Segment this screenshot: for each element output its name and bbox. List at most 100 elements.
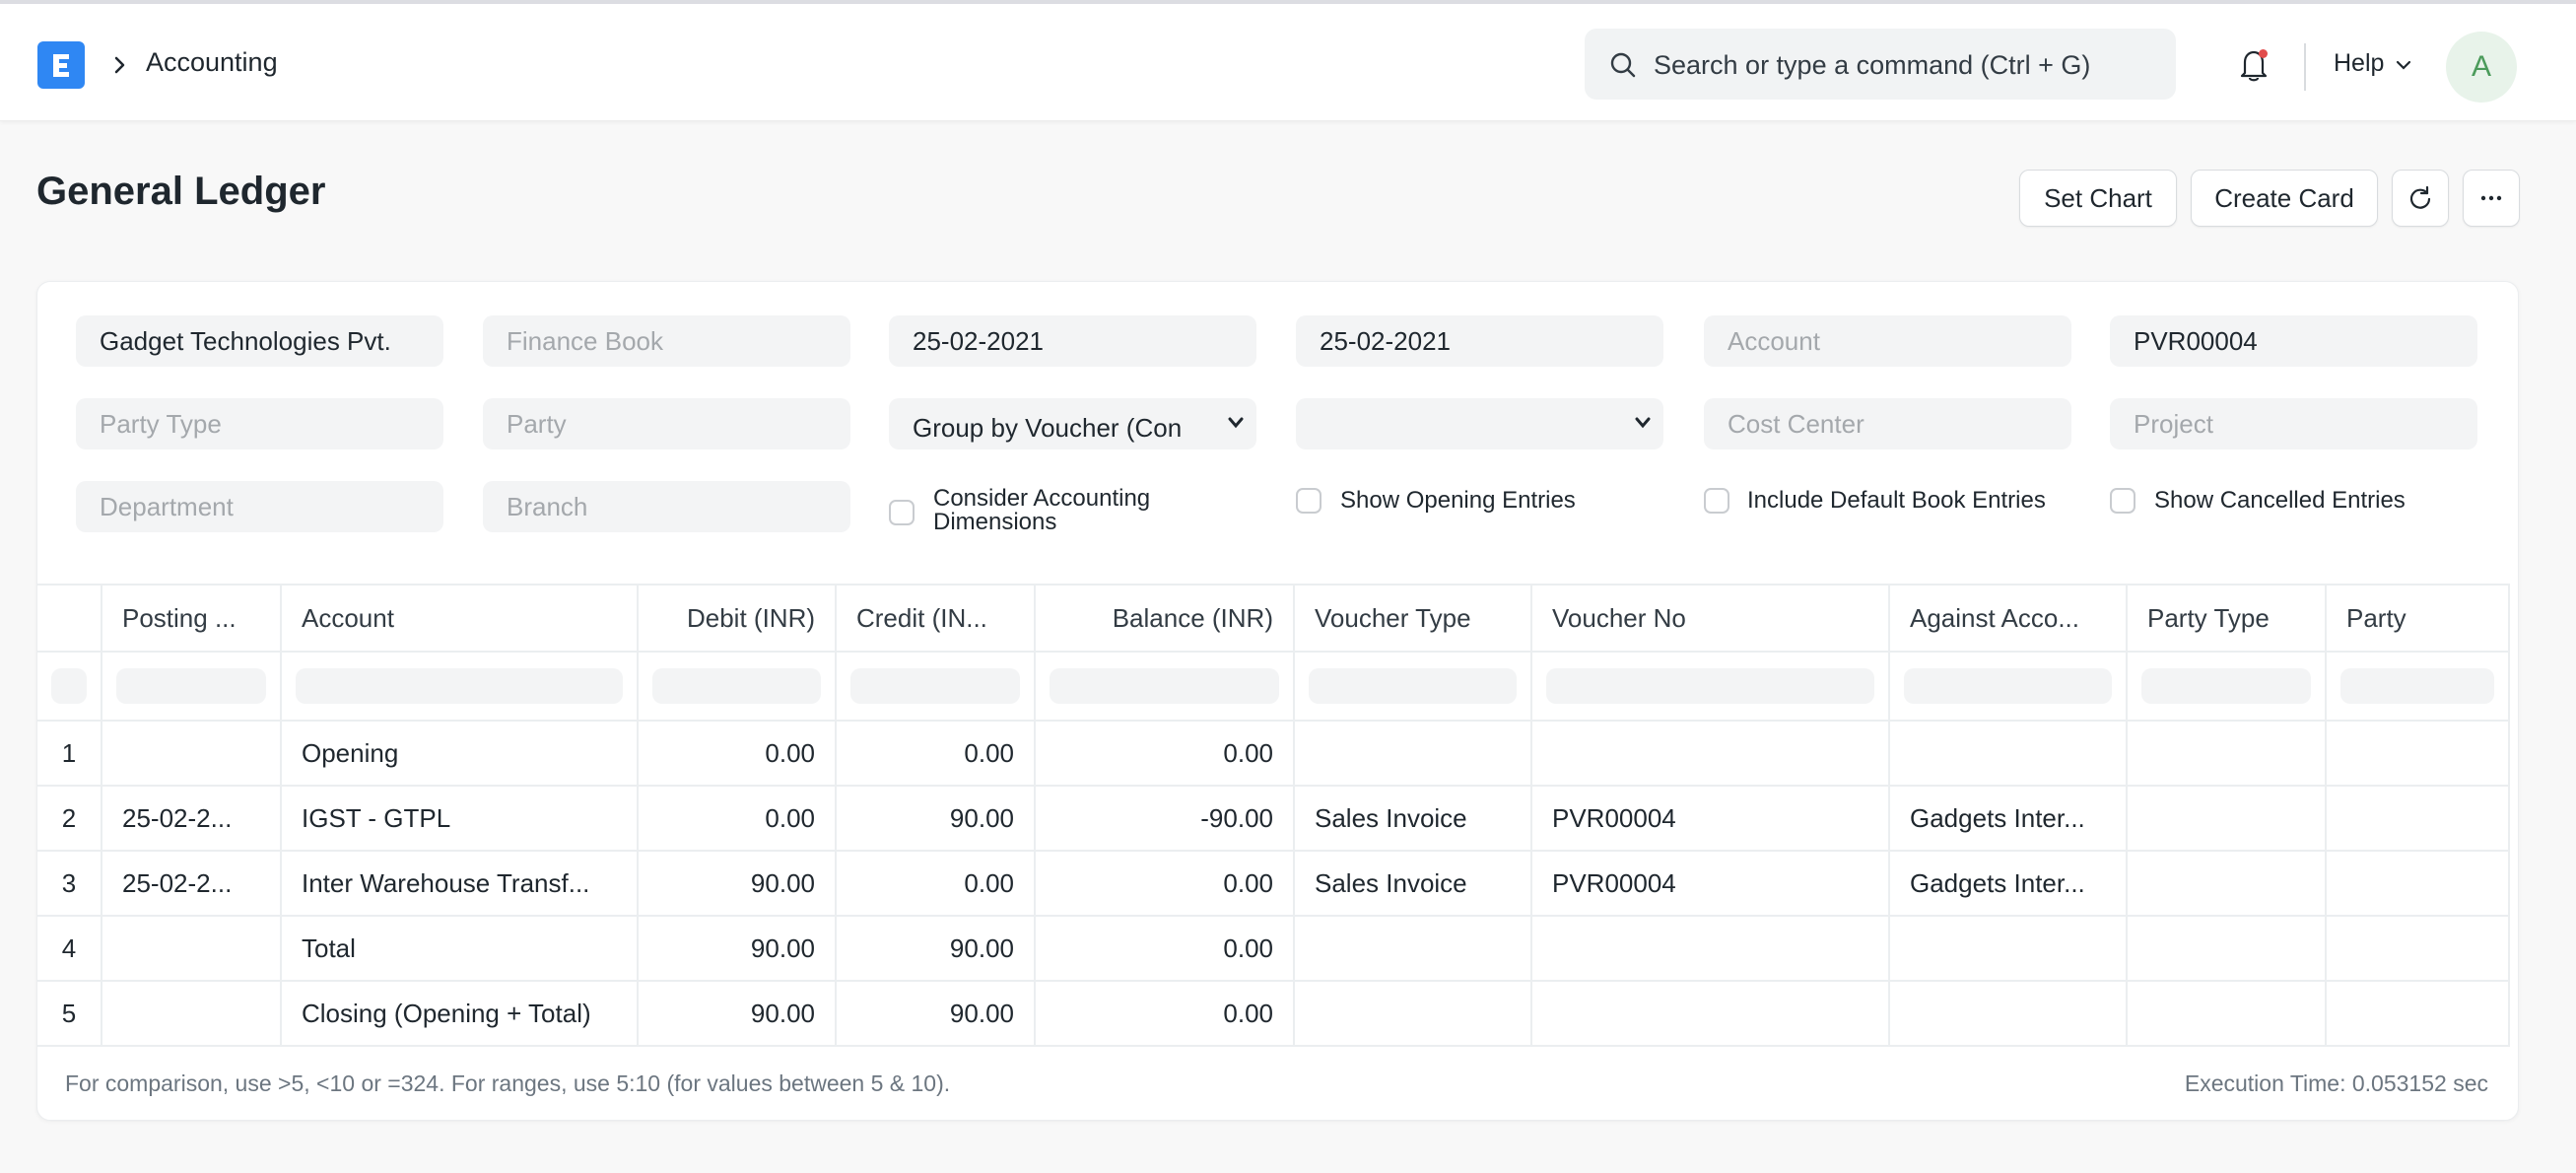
cell-against-account[interactable] [1890, 917, 2128, 980]
cell-account[interactable]: Closing (Opening + Total) [282, 982, 639, 1045]
column-filter-input-credit[interactable] [850, 668, 1020, 704]
column-filter-input-debit[interactable] [652, 668, 821, 704]
column-header-balance[interactable]: Balance (INR) [1036, 586, 1295, 651]
cell-party[interactable] [2327, 852, 2510, 915]
cell-balance[interactable]: 0.00 [1036, 852, 1295, 915]
column-header-row-index[interactable] [37, 586, 102, 651]
column-header-voucher-no[interactable]: Voucher No [1532, 586, 1890, 651]
group-by-select[interactable]: Group by Voucher (Con [889, 398, 1256, 449]
cell-voucher-type[interactable] [1295, 917, 1532, 980]
company-field[interactable]: Gadget Technologies Pvt. [76, 315, 443, 367]
cell-voucher-type[interactable] [1295, 982, 1532, 1045]
cell-debit[interactable]: 90.00 [639, 917, 837, 980]
column-filter-input-posting-date[interactable] [116, 668, 266, 704]
cell-voucher-no[interactable] [1532, 917, 1890, 980]
secondary-select[interactable] [1296, 398, 1663, 449]
column-header-against-account[interactable]: Against Acco... [1890, 586, 2128, 651]
cell-account[interactable]: Opening [282, 722, 639, 785]
column-filter-input-against-account[interactable] [1904, 668, 2112, 704]
cell-party-type[interactable] [2128, 787, 2327, 850]
from-date-field[interactable]: 25-02-2021 [889, 315, 1256, 367]
party-field[interactable]: Party [483, 398, 850, 449]
cell-voucher-no[interactable]: PVR00004 [1532, 787, 1890, 850]
column-filter-input-voucher-type[interactable] [1309, 668, 1517, 704]
column-header-party-type[interactable]: Party Type [2128, 586, 2327, 651]
cell-credit[interactable]: 0.00 [837, 852, 1036, 915]
cell-balance[interactable]: 0.00 [1036, 982, 1295, 1045]
cell-party-type[interactable] [2128, 917, 2327, 980]
cell-posting-date[interactable] [102, 917, 282, 980]
cell-credit[interactable]: 90.00 [837, 982, 1036, 1045]
cell-party[interactable] [2327, 722, 2510, 785]
cell-against-account[interactable] [1890, 722, 2128, 785]
branch-field[interactable]: Branch [483, 481, 850, 532]
cell-party[interactable] [2327, 982, 2510, 1045]
cell-balance[interactable]: 0.00 [1036, 917, 1295, 980]
search-bar[interactable]: Search or type a command (Ctrl + G) [1585, 29, 2176, 100]
cell-posting-date[interactable]: 25-02-2... [102, 852, 282, 915]
cell-debit[interactable]: 0.00 [639, 787, 837, 850]
create-card-button[interactable]: Create Card [2191, 170, 2378, 227]
account-field[interactable]: Account [1704, 315, 2071, 367]
cell-balance[interactable]: -90.00 [1036, 787, 1295, 850]
cell-debit[interactable]: 90.00 [639, 982, 837, 1045]
set-chart-button[interactable]: Set Chart [2019, 170, 2177, 227]
breadcrumb-accounting[interactable]: Accounting [146, 47, 278, 78]
cell-voucher-no[interactable] [1532, 722, 1890, 785]
column-header-party[interactable]: Party [2327, 586, 2510, 651]
cell-credit[interactable]: 0.00 [837, 722, 1036, 785]
finance-book-field[interactable]: Finance Book [483, 315, 850, 367]
cell-voucher-no[interactable]: PVR00004 [1532, 852, 1890, 915]
cell-credit[interactable]: 90.00 [837, 917, 1036, 980]
department-field[interactable]: Department [76, 481, 443, 532]
refresh-button[interactable] [2392, 170, 2449, 227]
cost-center-field[interactable]: Cost Center [1704, 398, 2071, 449]
include-default-book-entries-label: Include Default Book Entries [1747, 487, 2046, 514]
column-header-credit[interactable]: Credit (IN... [837, 586, 1036, 651]
cell-party-type[interactable] [2128, 722, 2327, 785]
cell-debit[interactable]: 90.00 [639, 852, 837, 915]
column-header-posting-date[interactable]: Posting ... [102, 586, 282, 651]
column-header-account[interactable]: Account [282, 586, 639, 651]
cell-posting-date[interactable]: 25-02-2... [102, 787, 282, 850]
cell-party-type[interactable] [2128, 982, 2327, 1045]
cell-voucher-type[interactable]: Sales Invoice [1295, 787, 1532, 850]
column-filter-input-party-type[interactable] [2141, 668, 2311, 704]
project-field[interactable]: Project [2110, 398, 2477, 449]
cell-credit[interactable]: 90.00 [837, 787, 1036, 850]
cell-against-account[interactable]: Gadgets Inter... [1890, 852, 2128, 915]
show-opening-entries-checkbox[interactable] [1296, 488, 1322, 514]
column-filter-input-party[interactable] [2340, 668, 2494, 704]
show-cancelled-entries-checkbox[interactable] [2110, 488, 2135, 514]
cell-party[interactable] [2327, 917, 2510, 980]
cell-posting-date[interactable] [102, 982, 282, 1045]
erpnext-logo-icon[interactable] [37, 41, 85, 89]
cell-account[interactable]: Inter Warehouse Transf... [282, 852, 639, 915]
cell-party-type[interactable] [2128, 852, 2327, 915]
cell-voucher-no[interactable] [1532, 982, 1890, 1045]
help-menu[interactable]: Help [2334, 49, 2384, 78]
column-header-voucher-type[interactable]: Voucher Type [1295, 586, 1532, 651]
user-avatar[interactable]: A [2446, 32, 2517, 103]
column-filter-input-account[interactable] [296, 668, 623, 704]
column-filter-input-voucher-no[interactable] [1546, 668, 1874, 704]
column-filter-input-balance[interactable] [1050, 668, 1279, 704]
cell-party[interactable] [2327, 787, 2510, 850]
cell-balance[interactable]: 0.00 [1036, 722, 1295, 785]
include-default-book-entries-checkbox[interactable] [1704, 488, 1729, 514]
cell-account[interactable]: Total [282, 917, 639, 980]
more-actions-button[interactable] [2463, 170, 2520, 227]
cell-voucher-type[interactable]: Sales Invoice [1295, 852, 1532, 915]
cell-posting-date[interactable] [102, 722, 282, 785]
cell-debit[interactable]: 0.00 [639, 722, 837, 785]
party-type-field[interactable]: Party Type [76, 398, 443, 449]
column-filter-input-row-index[interactable] [51, 668, 87, 704]
consider-accounting-dimensions-checkbox[interactable] [889, 500, 915, 525]
to-date-field[interactable]: 25-02-2021 [1296, 315, 1663, 367]
voucher-no-field[interactable]: PVR00004 [2110, 315, 2477, 367]
cell-against-account[interactable]: Gadgets Inter... [1890, 787, 2128, 850]
cell-against-account[interactable] [1890, 982, 2128, 1045]
column-header-debit[interactable]: Debit (INR) [639, 586, 837, 651]
cell-voucher-type[interactable] [1295, 722, 1532, 785]
cell-account[interactable]: IGST - GTPL [282, 787, 639, 850]
